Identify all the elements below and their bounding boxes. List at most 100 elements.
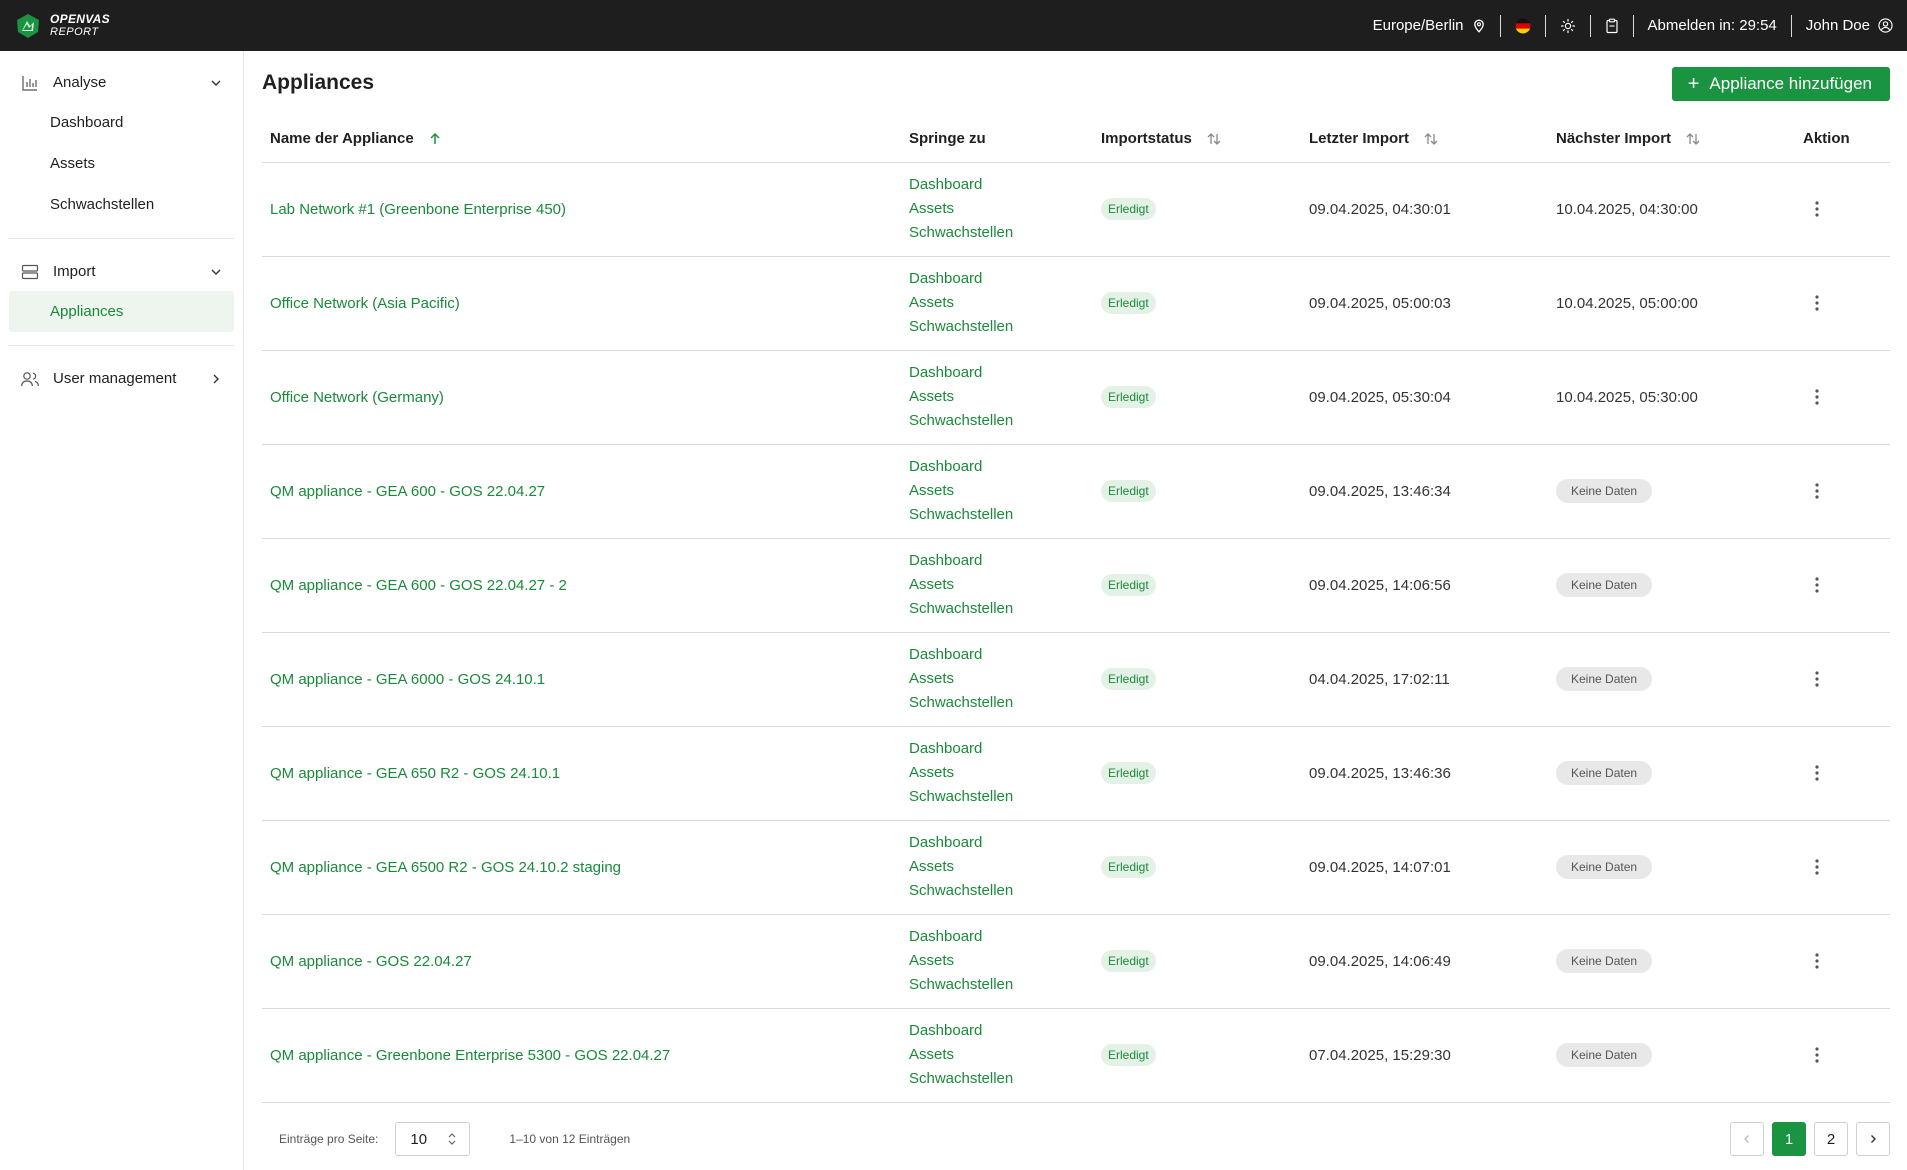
jump-link-assets[interactable]: Assets [909, 385, 1085, 409]
next-page-button[interactable] [1856, 1122, 1890, 1156]
status-badge: Erledigt [1101, 1044, 1156, 1066]
jump-link-assets[interactable]: Assets [909, 667, 1085, 691]
appliance-name-link[interactable]: QM appliance - GEA 6500 R2 - GOS 24.10.2… [270, 859, 621, 876]
row-actions-button[interactable] [1807, 667, 1827, 691]
cell-jump: Dashboard Assets Schwachstellen [901, 444, 1093, 539]
jump-link-schwachstellen[interactable]: Schwachstellen [909, 221, 1085, 245]
theme-toggle[interactable] [1546, 0, 1590, 51]
header-status[interactable]: Importstatus [1093, 116, 1301, 163]
per-page-select[interactable]: 10 [395, 1122, 471, 1156]
cell-status: Erledigt [1093, 632, 1301, 727]
jump-link-assets[interactable]: Assets [909, 949, 1085, 973]
row-actions-button[interactable] [1807, 291, 1827, 315]
german-flag-icon [1515, 18, 1531, 33]
appliance-name-link[interactable]: QM appliance - GEA 6000 - GOS 24.10.1 [270, 671, 545, 688]
cell-status: Erledigt [1093, 350, 1301, 445]
cell-name: QM appliance - Greenbone Enterprise 5300… [262, 1008, 901, 1103]
header-last-import[interactable]: Letzter Import [1301, 116, 1548, 163]
jump-link-assets[interactable]: Assets [909, 855, 1085, 879]
timezone-selector[interactable]: Europe/Berlin [1359, 0, 1500, 51]
jump-link-dashboard[interactable]: Dashboard [909, 455, 1085, 479]
jump-link-assets[interactable]: Assets [909, 573, 1085, 597]
cell-next-import: Keine Daten [1548, 914, 1795, 1009]
jump-link-assets[interactable]: Assets [909, 1043, 1085, 1067]
jump-links: Dashboard Assets Schwachstellen [909, 361, 1085, 433]
jump-link-schwachstellen[interactable]: Schwachstellen [909, 691, 1085, 715]
appliance-name-link[interactable]: QM appliance - GEA 600 - GOS 22.04.27 [270, 483, 545, 500]
cell-status: Erledigt [1093, 256, 1301, 351]
cell-last-import: 07.04.2025, 15:29:30 [1301, 1008, 1548, 1103]
logout-timer[interactable]: Abmelden in: 29:54 [1634, 0, 1791, 51]
jump-link-schwachstellen[interactable]: Schwachstellen [909, 1067, 1085, 1091]
jump-link-dashboard[interactable]: Dashboard [909, 267, 1085, 291]
notes-button[interactable] [1591, 0, 1633, 51]
sidebar-item-schwachstellen[interactable]: Schwachstellen [0, 184, 243, 225]
jump-links: Dashboard Assets Schwachstellen [909, 737, 1085, 809]
jump-link-assets[interactable]: Assets [909, 479, 1085, 503]
jump-link-schwachstellen[interactable]: Schwachstellen [909, 973, 1085, 997]
header-jump-label: Springe zu [909, 130, 986, 148]
language-selector[interactable] [1501, 0, 1545, 51]
sort-ascending-icon [430, 133, 440, 145]
jump-link-schwachstellen[interactable]: Schwachstellen [909, 409, 1085, 433]
row-actions-button[interactable] [1807, 761, 1827, 785]
row-actions-button[interactable] [1807, 1043, 1827, 1067]
appliance-name-link[interactable]: QM appliance - GEA 600 - GOS 22.04.27 - … [270, 577, 567, 594]
cell-status: Erledigt [1093, 162, 1301, 257]
jump-link-dashboard[interactable]: Dashboard [909, 643, 1085, 667]
jump-link-schwachstellen[interactable]: Schwachstellen [909, 597, 1085, 621]
last-import-date: 09.04.2025, 14:06:49 [1309, 952, 1451, 970]
appliance-name-link[interactable]: QM appliance - GOS 22.04.27 [270, 953, 472, 970]
page-button-1[interactable]: 1 [1772, 1122, 1806, 1156]
cell-jump: Dashboard Assets Schwachstellen [901, 162, 1093, 257]
last-import-date: 09.04.2025, 13:46:36 [1309, 764, 1451, 782]
cell-status: Erledigt [1093, 444, 1301, 539]
previous-page-button[interactable] [1730, 1122, 1764, 1156]
sidebar-group-import[interactable]: Import [0, 252, 243, 291]
jump-link-schwachstellen[interactable]: Schwachstellen [909, 503, 1085, 527]
header-next-import[interactable]: Nächster Import [1548, 116, 1795, 163]
cell-status: Erledigt [1093, 726, 1301, 821]
jump-link-dashboard[interactable]: Dashboard [909, 831, 1085, 855]
cell-last-import: 09.04.2025, 05:00:03 [1301, 256, 1548, 351]
jump-link-schwachstellen[interactable]: Schwachstellen [909, 879, 1085, 903]
jump-link-assets[interactable]: Assets [909, 197, 1085, 221]
jump-link-dashboard[interactable]: Dashboard [909, 549, 1085, 573]
cell-status: Erledigt [1093, 820, 1301, 915]
jump-links: Dashboard Assets Schwachstellen [909, 455, 1085, 527]
user-menu[interactable]: John Doe [1792, 0, 1907, 51]
sidebar-item-dashboard[interactable]: Dashboard [0, 102, 243, 143]
row-actions-button[interactable] [1807, 197, 1827, 221]
user-circle-icon [1878, 18, 1893, 33]
row-actions-button[interactable] [1807, 385, 1827, 409]
appliance-name-link[interactable]: QM appliance - Greenbone Enterprise 5300… [270, 1047, 670, 1064]
jump-link-schwachstellen[interactable]: Schwachstellen [909, 315, 1085, 339]
add-appliance-button[interactable]: + Appliance hinzufügen [1671, 67, 1890, 101]
appliance-name-link[interactable]: Lab Network #1 (Greenbone Enterprise 450… [270, 201, 566, 218]
jump-link-schwachstellen[interactable]: Schwachstellen [909, 785, 1085, 809]
app-logo[interactable]: OPENVAS REPORT [14, 0, 110, 51]
appliance-name-link[interactable]: QM appliance - GEA 650 R2 - GOS 24.10.1 [270, 765, 560, 782]
jump-link-dashboard[interactable]: Dashboard [909, 173, 1085, 197]
header-name[interactable]: Name der Appliance [262, 116, 901, 163]
openvas-logo-icon [17, 13, 39, 38]
cell-name: QM appliance - GEA 600 - GOS 22.04.27 - … [262, 538, 901, 633]
appliance-name-link[interactable]: Office Network (Germany) [270, 389, 444, 406]
row-actions-button[interactable] [1807, 949, 1827, 973]
row-actions-button[interactable] [1807, 479, 1827, 503]
jump-link-assets[interactable]: Assets [909, 761, 1085, 785]
jump-link-dashboard[interactable]: Dashboard [909, 925, 1085, 949]
jump-link-dashboard[interactable]: Dashboard [909, 361, 1085, 385]
sidebar-group-analyse[interactable]: Analyse [0, 63, 243, 102]
jump-link-dashboard[interactable]: Dashboard [909, 737, 1085, 761]
row-actions-button[interactable] [1807, 573, 1827, 597]
jump-link-dashboard[interactable]: Dashboard [909, 1019, 1085, 1043]
sidebar-item-appliances[interactable]: Appliances [9, 291, 234, 332]
row-actions-button[interactable] [1807, 855, 1827, 879]
sidebar-item-assets[interactable]: Assets [0, 143, 243, 184]
more-vertical-icon [1815, 577, 1819, 593]
appliance-name-link[interactable]: Office Network (Asia Pacific) [270, 295, 460, 312]
page-button-2[interactable]: 2 [1814, 1122, 1848, 1156]
sidebar-group-user-management[interactable]: User management [0, 359, 243, 398]
jump-link-assets[interactable]: Assets [909, 291, 1085, 315]
